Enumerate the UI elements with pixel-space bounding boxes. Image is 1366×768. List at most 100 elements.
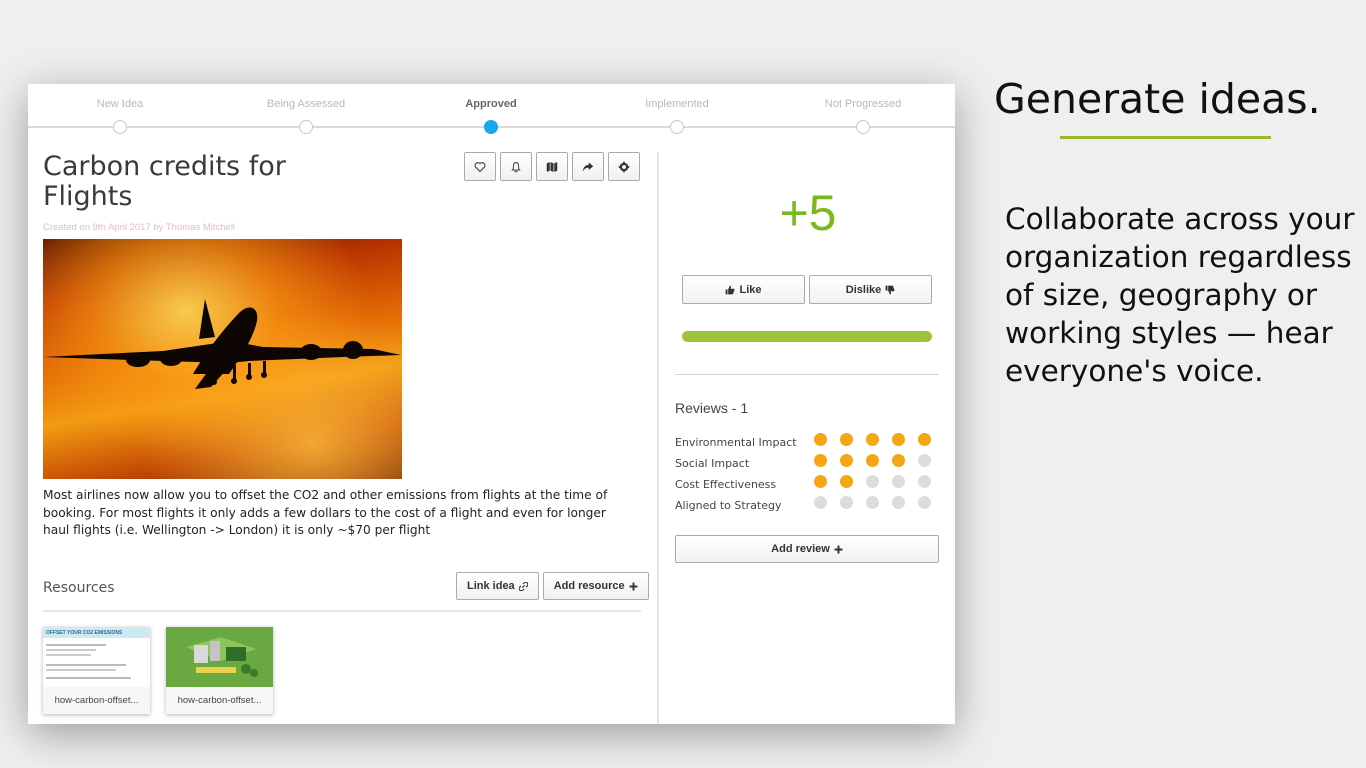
resource-thumbnail bbox=[166, 627, 273, 687]
rating-dot bbox=[892, 454, 905, 467]
resource-caption: how-carbon-offset... bbox=[43, 687, 150, 714]
step-label: Approved bbox=[465, 98, 517, 110]
thumbs-down-icon bbox=[885, 285, 895, 294]
add-resource-label: Add resource bbox=[553, 580, 625, 592]
rating-dot bbox=[892, 433, 905, 446]
rating-dot bbox=[866, 454, 879, 467]
rating-dot bbox=[814, 433, 827, 446]
step-dot bbox=[299, 120, 313, 134]
step-dot bbox=[670, 120, 684, 134]
idea-title: Carbon credits for Flights bbox=[43, 151, 286, 212]
criterion-name: Environmental Impact bbox=[675, 436, 797, 449]
criterion-rating bbox=[814, 475, 931, 488]
bell-icon bbox=[511, 161, 521, 172]
rating-dot bbox=[814, 454, 827, 467]
add-review-label: Add review bbox=[771, 543, 830, 555]
review-criterion: Environmental Impact bbox=[675, 433, 945, 453]
idea-image bbox=[43, 239, 402, 479]
step-not-progressed[interactable]: Not Progressed bbox=[788, 84, 938, 134]
step-label: New Idea bbox=[96, 98, 144, 110]
resource-caption: how-carbon-offset... bbox=[166, 687, 273, 714]
rating-dot bbox=[840, 454, 853, 467]
vote-buttons: Like Dislike bbox=[682, 275, 932, 304]
resources-divider bbox=[43, 610, 641, 612]
add-resource-button[interactable]: Add resource bbox=[542, 572, 649, 600]
link-icon bbox=[518, 581, 528, 591]
rating-dot bbox=[892, 496, 905, 509]
map-button[interactable] bbox=[536, 152, 568, 181]
notify-button[interactable] bbox=[500, 152, 532, 181]
like-label: Like bbox=[739, 283, 762, 296]
criterion-name: Aligned to Strategy bbox=[675, 499, 782, 512]
idea-description: Most airlines now allow you to offset th… bbox=[43, 488, 608, 537]
dislike-label: Dislike bbox=[845, 283, 882, 296]
rating-dot bbox=[840, 433, 853, 446]
airplane-silhouette-icon bbox=[43, 299, 401, 389]
idea-card: New Idea Being Assessed Approved Impleme… bbox=[28, 84, 955, 724]
link-idea-button[interactable]: Link idea bbox=[456, 572, 539, 600]
criterion-rating bbox=[814, 433, 931, 446]
rating-dot bbox=[866, 475, 879, 488]
resource-thumbnail: OFFSET YOUR CO2 EMISSIONS bbox=[43, 627, 150, 687]
rating-dot bbox=[918, 475, 931, 488]
link-idea-label: Link idea bbox=[467, 580, 515, 592]
status-stepper: New Idea Being Assessed Approved Impleme… bbox=[28, 84, 955, 136]
marketing-headline: Generate ideas. bbox=[994, 75, 1321, 123]
plus-icon bbox=[834, 545, 843, 553]
rating-dot bbox=[840, 496, 853, 509]
criterion-name: Social Impact bbox=[675, 457, 750, 470]
dislike-button[interactable]: Dislike bbox=[809, 275, 932, 304]
step-label: Not Progressed bbox=[824, 98, 902, 110]
review-criterion: Cost Effectiveness bbox=[675, 475, 945, 495]
share-button[interactable] bbox=[572, 152, 604, 181]
vote-progress-bar bbox=[682, 331, 932, 342]
review-criterion: Aligned to Strategy bbox=[675, 496, 945, 516]
headline-underline bbox=[1060, 136, 1271, 139]
plus-icon bbox=[629, 582, 638, 590]
heart-icon bbox=[474, 161, 486, 172]
step-dot bbox=[484, 120, 498, 134]
map-icon bbox=[546, 161, 558, 172]
infographic-icon bbox=[166, 627, 273, 687]
created-meta: Created on 9th April 2017 by Thomas Mitc… bbox=[43, 222, 236, 233]
rating-dot bbox=[840, 475, 853, 488]
reviews-heading: Reviews - 1 bbox=[675, 400, 749, 416]
rating-dot bbox=[918, 496, 931, 509]
rating-dot bbox=[814, 475, 827, 488]
marketing-body: Collaborate across your organization reg… bbox=[1005, 202, 1355, 388]
add-review-button[interactable]: Add review bbox=[675, 535, 939, 563]
rating-dot bbox=[918, 454, 931, 467]
criterion-rating bbox=[814, 454, 931, 467]
like-button[interactable]: Like bbox=[682, 275, 805, 304]
step-being-assessed[interactable]: Being Assessed bbox=[231, 84, 381, 134]
resource-item[interactable]: how-carbon-offset... bbox=[166, 627, 273, 714]
criterion-rating bbox=[814, 496, 931, 509]
criterion-name: Cost Effectiveness bbox=[675, 478, 777, 491]
rating-dot bbox=[892, 475, 905, 488]
follow-button[interactable] bbox=[464, 152, 496, 181]
step-approved[interactable]: Approved bbox=[416, 84, 566, 134]
step-dot bbox=[113, 120, 127, 134]
review-criterion: Social Impact bbox=[675, 454, 945, 474]
reviews-divider bbox=[675, 374, 939, 375]
step-implemented[interactable]: Implemented bbox=[602, 84, 752, 134]
step-label: Implemented bbox=[645, 98, 709, 110]
idea-toolbar bbox=[464, 152, 640, 181]
thumbs-up-icon bbox=[726, 285, 735, 294]
step-label: Being Assessed bbox=[266, 98, 346, 110]
resources-actions: Link idea Add resource bbox=[456, 572, 649, 600]
rating-dot bbox=[918, 433, 931, 446]
share-icon bbox=[582, 162, 594, 171]
rating-dot bbox=[814, 496, 827, 509]
gear-icon bbox=[618, 161, 630, 172]
resources-heading: Resources bbox=[43, 580, 115, 596]
step-new-idea[interactable]: New Idea bbox=[45, 84, 195, 134]
thumbnail-heading: OFFSET YOUR CO2 EMISSIONS bbox=[43, 627, 150, 638]
rating-dot bbox=[866, 496, 879, 509]
resource-item[interactable]: OFFSET YOUR CO2 EMISSIONS how-carbon-off… bbox=[43, 627, 150, 714]
settings-button[interactable] bbox=[608, 152, 640, 181]
vote-score: +5 bbox=[779, 185, 837, 241]
step-dot bbox=[856, 120, 870, 134]
column-divider bbox=[657, 152, 659, 724]
rating-dot bbox=[866, 433, 879, 446]
